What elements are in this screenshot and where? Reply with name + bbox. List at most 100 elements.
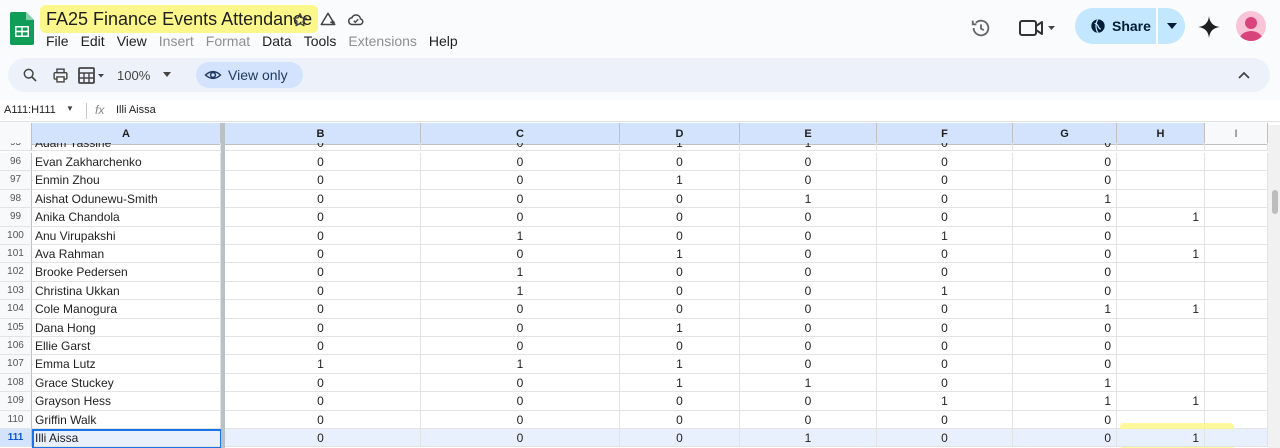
cell-c[interactable]: 1 xyxy=(421,263,620,282)
cell-d[interactable]: 1 xyxy=(620,171,740,190)
gemini-icon[interactable] xyxy=(1197,15,1221,39)
column-header-d[interactable]: D xyxy=(620,123,740,145)
cell-d[interactable]: 1 xyxy=(620,355,740,374)
row-number[interactable]: 96 xyxy=(0,153,32,172)
cell-f[interactable]: 0 xyxy=(877,337,1013,356)
cell-d[interactable]: 1 xyxy=(620,245,740,264)
print-icon[interactable] xyxy=(52,58,69,92)
scrollbar-thumb[interactable] xyxy=(1272,190,1278,214)
cell-e[interactable]: 1 xyxy=(740,189,877,209)
cell-g[interactable]: 0 xyxy=(1013,143,1117,151)
column-header-h[interactable]: H xyxy=(1117,123,1205,145)
menu-insert[interactable]: Insert xyxy=(153,30,200,52)
cell-i[interactable] xyxy=(1205,208,1268,227)
cell-f[interactable]: 1 xyxy=(877,226,1013,245)
cell-d[interactable]: 0 xyxy=(620,410,740,429)
row-number[interactable]: 104 xyxy=(0,300,32,319)
cell-d[interactable]: 0 xyxy=(620,189,740,209)
formula-input[interactable]: Illi Aissa xyxy=(116,104,156,116)
cell-d[interactable]: 1 xyxy=(620,318,740,337)
cell-f[interactable]: 0 xyxy=(877,171,1013,190)
cell-g[interactable]: 0 xyxy=(1013,318,1117,337)
menu-extensions[interactable]: Extensions xyxy=(342,30,422,52)
name-cell[interactable]: Enmin Zhou xyxy=(32,171,221,190)
cell-f[interactable]: 0 xyxy=(877,263,1013,282)
cell-b[interactable]: 0 xyxy=(221,318,421,337)
name-cell[interactable]: Cole Manogura xyxy=(32,300,221,319)
row-number[interactable]: 106 xyxy=(0,337,32,356)
cell-c[interactable]: 0 xyxy=(421,337,620,356)
name-cell[interactable]: Emma Lutz xyxy=(32,355,221,374)
cell-b[interactable]: 0 xyxy=(221,171,421,190)
cell-b[interactable]: 0 xyxy=(221,373,421,393)
cell-h[interactable] xyxy=(1117,171,1205,190)
cell-c[interactable]: 0 xyxy=(421,189,620,209)
menu-edit[interactable]: Edit xyxy=(75,30,111,52)
cell-f[interactable]: 0 xyxy=(877,355,1013,374)
column-header-b[interactable]: B xyxy=(221,123,421,145)
cell-e[interactable]: 0 xyxy=(740,208,877,227)
name-cell[interactable]: Grayson Hess xyxy=(32,392,221,411)
cell-e[interactable]: 1 xyxy=(740,373,877,393)
cell-g[interactable]: 1 xyxy=(1013,373,1117,393)
cell-i[interactable] xyxy=(1205,189,1268,209)
search-icon[interactable] xyxy=(22,58,38,92)
name-box-dropdown-icon[interactable]: ▼ xyxy=(66,104,74,113)
collapse-toolbar-icon[interactable] xyxy=(1238,58,1250,92)
menu-help[interactable]: Help xyxy=(423,30,464,52)
cell-e[interactable]: 1 xyxy=(740,143,877,151)
name-cell[interactable]: Evan Zakharchenko xyxy=(32,153,221,172)
zoom-select[interactable]: 100% xyxy=(117,58,172,92)
cell-i[interactable] xyxy=(1205,153,1268,172)
cell-i[interactable] xyxy=(1205,281,1268,301)
freeze-column-divider[interactable] xyxy=(221,123,225,448)
cell-e[interactable]: 0 xyxy=(740,263,877,282)
cell-e[interactable]: 0 xyxy=(740,153,877,172)
cell-h[interactable] xyxy=(1117,318,1205,337)
row-number[interactable]: 109 xyxy=(0,392,32,411)
cell-e[interactable]: 0 xyxy=(740,245,877,264)
cell-i[interactable] xyxy=(1205,245,1268,264)
cell-f[interactable]: 0 xyxy=(877,410,1013,429)
cell-d[interactable]: 1 xyxy=(620,143,740,151)
cell-d[interactable]: 0 xyxy=(620,281,740,301)
cell-g[interactable]: 1 xyxy=(1013,300,1117,319)
cell-h[interactable]: 1 xyxy=(1117,429,1205,448)
cell-i[interactable] xyxy=(1205,355,1268,374)
cell-g[interactable]: 1 xyxy=(1013,189,1117,209)
cell-c[interactable]: 0 xyxy=(421,245,620,264)
sheets-logo-icon[interactable] xyxy=(10,12,34,45)
column-header-i[interactable]: I xyxy=(1205,123,1268,145)
name-cell[interactable]: Ava Rahman xyxy=(32,245,221,264)
cell-h[interactable] xyxy=(1117,143,1205,151)
document-title[interactable]: FA25 Finance Events Attendance xyxy=(40,5,319,33)
cell-h[interactable] xyxy=(1117,281,1205,301)
cell-f[interactable]: 0 xyxy=(877,189,1013,209)
cell-e[interactable]: 0 xyxy=(740,281,877,301)
sheet-view-icon[interactable] xyxy=(78,58,106,92)
share-button[interactable]: Share xyxy=(1075,8,1156,44)
cell-g[interactable]: 0 xyxy=(1013,226,1117,245)
row-number[interactable]: 108 xyxy=(0,373,32,393)
cell-c[interactable]: 0 xyxy=(421,300,620,319)
cell-d[interactable]: 1 xyxy=(620,373,740,393)
cell-b[interactable]: 0 xyxy=(221,226,421,245)
cell-c[interactable]: 0 xyxy=(421,392,620,411)
name-cell[interactable]: Griffin Walk xyxy=(32,410,221,429)
row-number[interactable]: 111 xyxy=(0,429,32,448)
cell-b[interactable]: 0 xyxy=(221,245,421,264)
name-cell[interactable]: Brooke Pedersen xyxy=(32,263,221,282)
cell-g[interactable]: 0 xyxy=(1013,281,1117,301)
cell-i[interactable] xyxy=(1205,300,1268,319)
cell-f[interactable]: 0 xyxy=(877,153,1013,172)
cell-h[interactable]: 1 xyxy=(1117,208,1205,227)
cell-b[interactable]: 0 xyxy=(221,337,421,356)
cell-h[interactable] xyxy=(1117,337,1205,356)
cell-b[interactable]: 0 xyxy=(221,189,421,209)
column-header-g[interactable]: G xyxy=(1013,123,1117,145)
cell-g[interactable]: 0 xyxy=(1013,355,1117,374)
cell-g[interactable]: 0 xyxy=(1013,208,1117,227)
cell-e[interactable]: 1 xyxy=(740,429,877,448)
cell-d[interactable]: 0 xyxy=(620,392,740,411)
menu-view[interactable]: View xyxy=(111,30,153,52)
